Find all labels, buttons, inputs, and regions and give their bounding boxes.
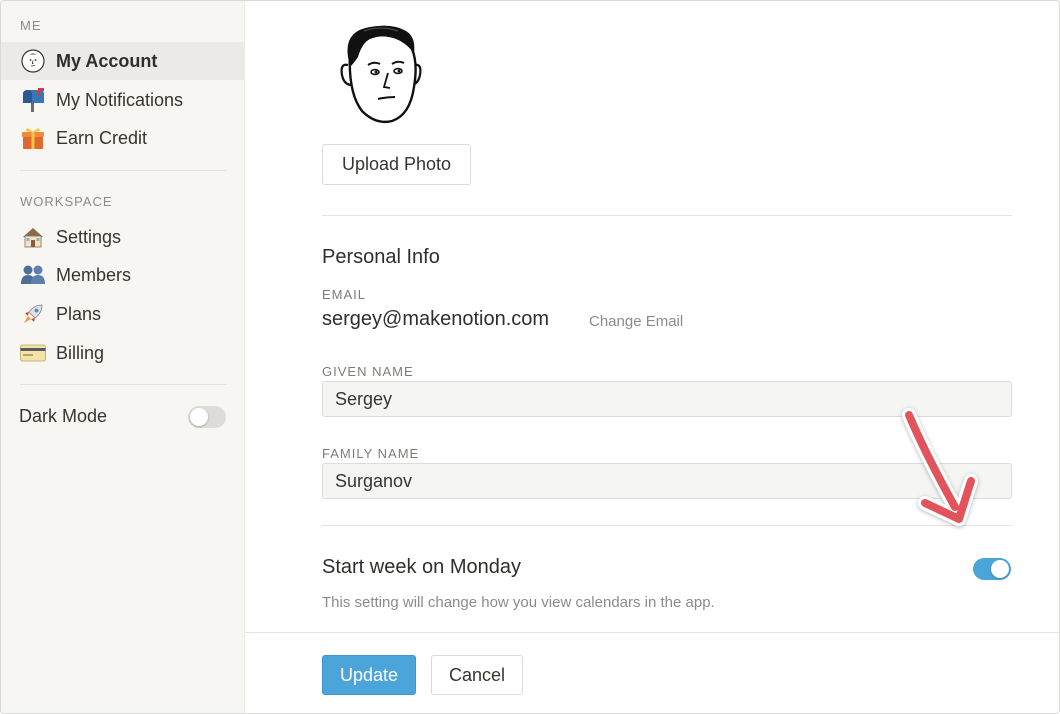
sidebar-item-my-account[interactable]: My Account bbox=[1, 42, 244, 80]
start-week-toggle[interactable] bbox=[973, 558, 1011, 580]
family-name-label: FAMILY NAME bbox=[322, 446, 420, 461]
rocket-icon bbox=[20, 301, 46, 327]
account-settings-panel: Upload Photo Personal Info EMAIL sergey@… bbox=[245, 1, 1059, 713]
sidebar-item-label: Plans bbox=[56, 303, 102, 324]
sidebar-item-label: Billing bbox=[56, 342, 105, 363]
settings-footer: Update Cancel bbox=[245, 632, 1059, 713]
sidebar-item-my-notifications[interactable]: My Notifications bbox=[1, 81, 244, 119]
sidebar-item-label: My Notifications bbox=[56, 89, 184, 110]
sidebar-item-earn-credit[interactable]: Earn Credit bbox=[1, 119, 244, 157]
sidebar-divider bbox=[20, 384, 227, 385]
upload-photo-button[interactable]: Upload Photo bbox=[322, 144, 471, 185]
section-divider bbox=[322, 215, 1012, 216]
section-divider bbox=[322, 525, 1012, 526]
start-week-description: This setting will change how you view ca… bbox=[322, 594, 715, 611]
sidebar-item-label: Earn Credit bbox=[56, 127, 148, 148]
house-icon bbox=[20, 224, 46, 250]
toggle-knob bbox=[190, 408, 208, 426]
family-name-field[interactable] bbox=[322, 463, 1012, 499]
dark-mode-toggle[interactable] bbox=[188, 406, 226, 428]
credit-card-icon bbox=[20, 340, 46, 366]
toggle-knob bbox=[991, 560, 1009, 578]
section-label-workspace: WORKSPACE bbox=[20, 194, 113, 209]
start-week-title: Start week on Monday bbox=[322, 556, 521, 578]
mailbox-icon bbox=[20, 87, 46, 113]
sidebar-item-plans[interactable]: Plans bbox=[1, 295, 244, 333]
sidebar-item-label: Members bbox=[56, 264, 132, 285]
sidebar-item-billing[interactable]: Billing bbox=[1, 334, 244, 372]
people-icon bbox=[20, 262, 46, 288]
dark-mode-row: Dark Mode bbox=[1, 399, 244, 435]
avatar-face-icon bbox=[20, 48, 46, 74]
personal-info-heading: Personal Info bbox=[322, 246, 440, 268]
section-label-me: ME bbox=[20, 18, 42, 33]
email-label: EMAIL bbox=[322, 287, 367, 302]
change-email-link[interactable]: Change Email bbox=[589, 313, 683, 330]
dark-mode-label: Dark Mode bbox=[19, 406, 108, 426]
sidebar-item-members[interactable]: Members bbox=[1, 256, 244, 294]
settings-sidebar: ME My Account My Notifications Earn Cred… bbox=[1, 1, 245, 713]
gift-icon bbox=[20, 125, 46, 151]
profile-photo bbox=[340, 23, 422, 127]
sidebar-item-label: Settings bbox=[56, 226, 122, 247]
sidebar-divider bbox=[20, 170, 227, 171]
email-value: sergey@makenotion.com bbox=[322, 308, 550, 330]
given-name-field[interactable] bbox=[322, 381, 1012, 417]
cancel-button[interactable]: Cancel bbox=[431, 655, 523, 695]
given-name-label: GIVEN NAME bbox=[322, 364, 414, 379]
settings-window: ME My Account My Notifications Earn Cred… bbox=[0, 0, 1060, 714]
update-button[interactable]: Update bbox=[322, 655, 416, 695]
sidebar-item-label: My Account bbox=[56, 50, 158, 71]
sidebar-item-settings[interactable]: Settings bbox=[1, 218, 244, 256]
